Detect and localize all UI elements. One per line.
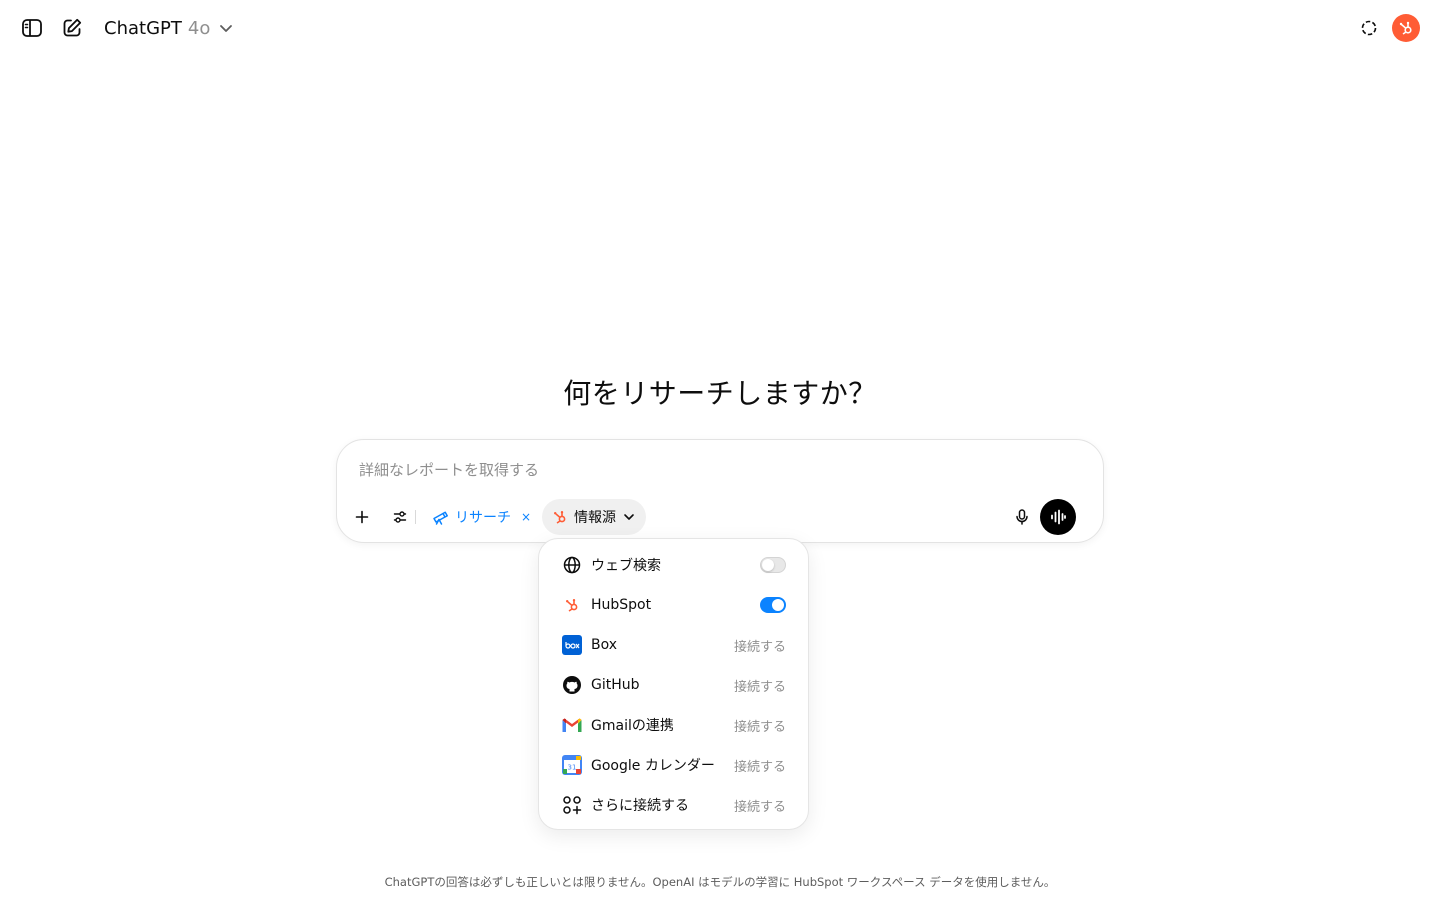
voice-waveform-icon [1051,509,1066,525]
source-item-box[interactable]: Box 接続する [539,625,808,665]
apps-plus-icon [561,794,583,816]
connect-button[interactable]: 接続する [734,676,786,695]
sliders-icon [393,511,407,523]
research-mode-chip[interactable]: リサーチ × [425,499,537,535]
sources-button[interactable]: 情報源 [542,499,646,535]
hubspot-logo-icon [1399,21,1412,35]
sources-menu: ウェブ検索 HubSpot Box 接続する GitHub 接続する Gmail… [538,538,809,830]
telescope-icon [433,511,448,525]
github-logo-icon [561,674,583,696]
globe-icon [561,554,583,576]
source-label: Gmailの連携 [591,718,674,734]
sources-label: 情報源 [574,510,616,526]
remove-research-button[interactable]: × [521,510,531,524]
sidebar-icon [22,19,42,37]
top-bar: ChatGPT 4o [0,0,1440,56]
source-item-gmail[interactable]: Gmailの連携 接続する [539,705,808,745]
chevron-down-icon [220,25,233,32]
google-calendar-logo-icon: 31 [561,754,583,776]
connect-button[interactable]: 接続する [734,796,786,815]
prompt-input[interactable] [359,456,1079,484]
research-label: リサーチ [455,510,511,526]
source-label: Google カレンダー [591,758,715,774]
model-selector[interactable]: ChatGPT 4o [96,10,242,46]
hubspot-logo-icon [561,594,583,616]
web-search-toggle[interactable] [760,557,786,573]
toolbar-divider [415,510,416,524]
source-item-github[interactable]: GitHub 接続する [539,665,808,705]
microphone-icon [1016,509,1028,525]
gmail-logo-icon [561,714,583,736]
source-label: HubSpot [591,597,652,613]
svg-text:31: 31 [568,764,577,772]
source-label: さらに接続する [591,798,689,814]
connect-button[interactable]: 接続する [734,716,786,735]
new-chat-button[interactable] [54,10,90,46]
model-version: 4o [187,17,211,39]
edit-icon [63,18,82,37]
dictate-button[interactable] [1009,499,1035,535]
add-attachment-button[interactable] [349,499,375,535]
page-title: 何をリサーチしますか？ [563,377,877,410]
dashed-circle-icon [1361,20,1377,36]
hubspot-logo-icon [554,511,566,524]
model-name: ChatGPT [104,17,182,39]
chevron-down-icon [624,514,634,520]
footer-disclaimer: ChatGPTの回答は必ずしも正しいとは限りません。OpenAI はモデルの学習… [384,875,1056,889]
avatar[interactable] [1392,14,1420,42]
source-label: Box [591,637,618,653]
source-label: GitHub [591,677,640,693]
connect-button[interactable]: 接続する [734,636,786,655]
source-label: ウェブ検索 [591,558,661,574]
voice-mode-button[interactable] [1040,499,1076,535]
hubspot-toggle[interactable] [760,597,786,613]
plus-icon [355,510,369,524]
tools-button[interactable] [387,499,413,535]
connect-button[interactable]: 接続する [734,756,786,775]
composer: リサーチ × 情報源 [336,439,1104,543]
box-logo-icon [561,634,583,656]
temporary-chat-button[interactable] [1351,10,1387,46]
source-item-more[interactable]: さらに接続する 接続する [539,785,808,825]
sidebar-toggle-button[interactable] [14,10,50,46]
source-item-web-search[interactable]: ウェブ検索 [539,545,808,585]
source-item-google-calendar[interactable]: 31 Google カレンダー 接続する [539,745,808,785]
source-item-hubspot[interactable]: HubSpot [539,585,808,625]
